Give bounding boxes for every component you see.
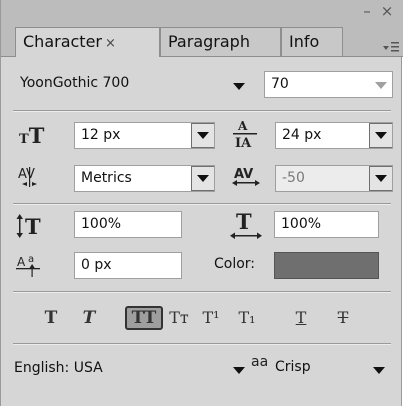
language-select[interactable]: English: USA	[14, 356, 244, 383]
baseline-shift-value: 0 px	[81, 257, 112, 273]
language-value: English: USA	[14, 360, 103, 376]
antialias-chevron-down-icon[interactable]	[373, 367, 385, 374]
svg-text:AV: AV	[18, 167, 35, 182]
tab-paragraph[interactable]: Paragraph	[160, 27, 281, 56]
kerning-select[interactable]: Metrics	[74, 165, 215, 192]
color-label: Color:	[214, 256, 256, 272]
divider	[13, 110, 391, 112]
vertical-scale-input[interactable]: 100%	[74, 211, 182, 238]
svg-text:a: a	[28, 254, 34, 265]
font-size-dropdown-button[interactable]	[191, 123, 214, 148]
font-style-chevron-down-icon[interactable]	[375, 82, 387, 89]
kerning-icon: AV	[18, 167, 37, 187]
character-panel: – × Character × Paragraph Info YoonGothic…	[0, 0, 403, 406]
svg-text:A: A	[237, 119, 248, 133]
divider	[13, 343, 391, 345]
vertical-scale-value: 100%	[81, 216, 122, 232]
underline-button[interactable]: T	[291, 306, 311, 330]
tab-character[interactable]: Character ×	[15, 27, 160, 57]
font-size-input[interactable]: 12 px	[74, 122, 215, 149]
panel-menu-icon	[383, 42, 399, 52]
panel-menu-button[interactable]	[361, 27, 403, 56]
superscript-button[interactable]: T¹	[197, 306, 225, 330]
vertical-scale-icon: T	[16, 214, 41, 239]
horizontal-scale-input[interactable]: 100%	[274, 211, 379, 238]
divider	[13, 291, 391, 293]
tracking-dropdown-button[interactable]	[369, 166, 392, 191]
language-chevron-down-icon[interactable]	[233, 367, 245, 374]
divider	[13, 203, 391, 205]
font-style-value: 70	[271, 76, 289, 92]
antialias-icon: aa	[251, 354, 268, 376]
close-icon[interactable]: ×	[379, 2, 395, 20]
tracking-input[interactable]: -50	[275, 165, 393, 192]
baseline-shift-icon: A a	[16, 254, 40, 277]
font-family-select[interactable]: YoonGothic 700	[20, 71, 250, 98]
tracking-value: -50	[282, 170, 305, 186]
leading-input[interactable]: 24 px	[275, 122, 393, 149]
horizontal-scale-icon: T	[230, 209, 262, 239]
svg-text:T: T	[236, 209, 252, 234]
tab-paragraph-label: Paragraph	[168, 32, 250, 51]
chevron-down-icon	[375, 132, 387, 139]
kerning-dropdown-button[interactable]	[191, 166, 214, 191]
leading-dropdown-button[interactable]	[369, 123, 392, 148]
minimize-icon[interactable]: –	[359, 2, 375, 20]
kerning-value: Metrics	[81, 170, 132, 186]
chevron-down-icon	[197, 132, 209, 139]
svg-text:T: T	[25, 214, 41, 239]
tab-info[interactable]: Info	[281, 27, 343, 56]
font-size-value: 12 px	[81, 127, 121, 143]
small-caps-button[interactable]: Tт	[165, 306, 193, 330]
subscript-button[interactable]: T₁	[233, 306, 261, 330]
tracking-icon: AV	[232, 167, 260, 186]
font-family-value: YoonGothic 700	[20, 75, 130, 91]
tab-info-label: Info	[289, 32, 320, 51]
chevron-down-icon	[375, 175, 387, 182]
all-caps-button[interactable]: TT	[125, 306, 163, 330]
antialias-value: Crisp	[275, 359, 311, 375]
chevron-down-icon	[197, 175, 209, 182]
font-family-chevron-down-icon[interactable]	[233, 83, 245, 90]
baseline-shift-input[interactable]: 0 px	[74, 252, 182, 279]
leading-value: 24 px	[282, 127, 322, 143]
svg-text:A: A	[17, 255, 26, 269]
strikethrough-button[interactable]: T	[333, 306, 353, 330]
tab-close-icon[interactable]: ×	[105, 36, 116, 51]
faux-bold-button[interactable]: T	[41, 306, 61, 330]
font-size-icon: TT	[19, 123, 45, 148]
svg-text:AV: AV	[234, 167, 253, 182]
antialias-icon-glyph: aa	[251, 354, 269, 370]
svg-text:IA: IA	[235, 136, 252, 150]
horizontal-scale-value: 100%	[281, 216, 322, 232]
font-style-select[interactable]: 70	[264, 71, 393, 98]
text-color-swatch[interactable]	[274, 252, 379, 279]
tab-character-label: Character	[23, 32, 102, 51]
leading-icon: A IA	[233, 119, 257, 150]
faux-italic-button[interactable]: T	[79, 306, 99, 330]
